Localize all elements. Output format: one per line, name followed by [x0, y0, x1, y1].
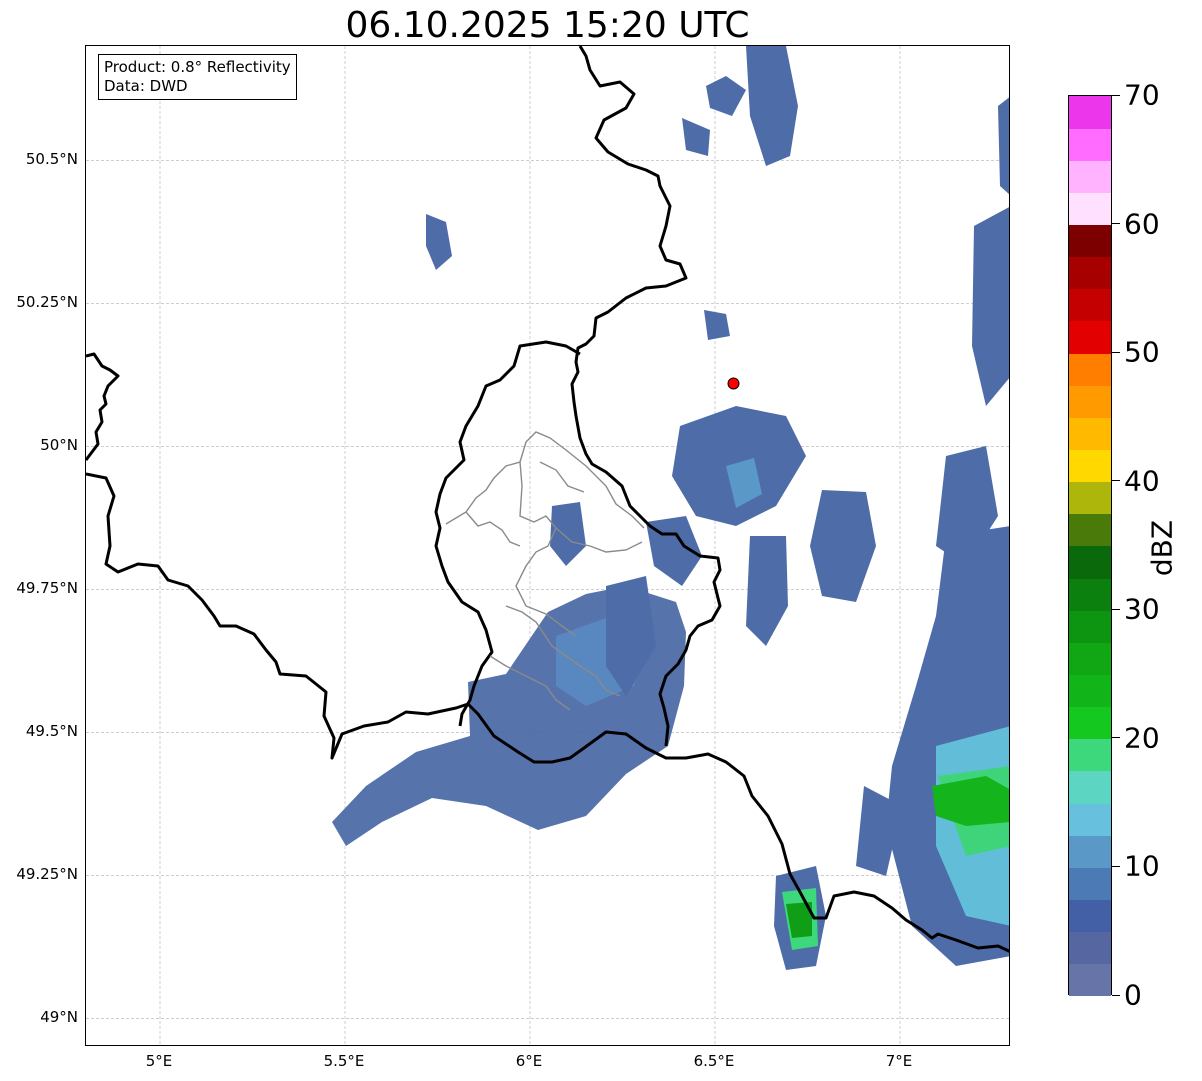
- colorbar-tick-label: 70: [1124, 78, 1160, 112]
- colorbar-segment: [1069, 160, 1111, 193]
- echo-area: [972, 207, 1009, 406]
- colorbar-segment: [1069, 449, 1111, 483]
- colorbar-segment: [1069, 706, 1111, 740]
- echo-area: [704, 310, 730, 340]
- colorbar-segment: [1069, 899, 1111, 933]
- y-tick-label: 50.25°N: [16, 293, 78, 312]
- echo-area: [810, 490, 876, 602]
- colorbar-segment: [1069, 417, 1111, 451]
- colorbar-segment: [1069, 96, 1111, 129]
- y-tick-label: 49°N: [40, 1008, 78, 1027]
- colorbar-segment: [1069, 835, 1111, 868]
- echo-area: [998, 97, 1009, 195]
- colorbar: [1068, 95, 1112, 997]
- reflectivity-echoes: [332, 46, 1009, 970]
- colorbar-segment: [1069, 963, 1111, 997]
- colorbar-tick-label: 50: [1124, 335, 1160, 369]
- colorbar-segment: [1069, 256, 1111, 290]
- echo-area: [426, 214, 452, 270]
- product-annotation: Product: 0.8° Reflectivity Data: DWD: [98, 54, 297, 100]
- y-tick-label: 49.25°N: [16, 865, 78, 884]
- echo-area: [746, 46, 798, 166]
- colorbar-tick: [1112, 608, 1120, 610]
- echo-area: [550, 502, 586, 566]
- colorbar-segment: [1069, 288, 1111, 322]
- echo-area: [746, 536, 788, 646]
- colorbar-tick-label: 10: [1124, 849, 1160, 883]
- colorbar-tick-label: 30: [1124, 592, 1160, 626]
- colorbar-segment: [1069, 192, 1111, 226]
- product-label: Product: 0.8° Reflectivity: [104, 58, 291, 76]
- colorbar-tick: [1112, 351, 1120, 353]
- colorbar-segment: [1069, 803, 1111, 836]
- x-tick-label: 6°E: [515, 1052, 543, 1070]
- colorbar-segment: [1069, 674, 1111, 708]
- y-tick-label: 50.5°N: [25, 150, 78, 169]
- colorbar-tick: [1112, 223, 1120, 225]
- x-tick-label: 5.5°E: [323, 1052, 365, 1070]
- colorbar-segment: [1069, 738, 1111, 772]
- map-canvas: [86, 46, 1009, 1045]
- district-line: [465, 511, 521, 547]
- x-tick-label: 6.5°E: [693, 1052, 735, 1070]
- x-tick-label: 5°E: [145, 1052, 173, 1070]
- colorbar-segment: [1069, 642, 1111, 676]
- district-line: [539, 461, 585, 493]
- colorbar-label: dBZ: [1145, 519, 1179, 577]
- colorbar-segment: [1069, 224, 1111, 258]
- colorbar-segment: [1069, 513, 1111, 547]
- colorbar-segment: [1069, 578, 1111, 611]
- colorbar-segment: [1069, 610, 1111, 643]
- colorbar-segment: [1069, 321, 1111, 354]
- colorbar-segment: [1069, 353, 1111, 386]
- radar-map[interactable]: Product: 0.8° Reflectivity Data: DWD: [85, 45, 1010, 1046]
- colorbar-segment: [1069, 481, 1111, 515]
- y-tick-label: 50°N: [40, 436, 78, 455]
- echo-area: [706, 76, 746, 116]
- border-line: [86, 352, 120, 461]
- colorbar-tick-label: 20: [1124, 721, 1160, 755]
- colorbar-tick: [1112, 865, 1120, 867]
- colorbar-tick-label: 40: [1124, 464, 1160, 498]
- colorbar-segment: [1069, 128, 1111, 161]
- y-tick-label: 49.5°N: [25, 722, 78, 741]
- source-label: Data: DWD: [104, 77, 188, 95]
- colorbar-tick-label: 0: [1124, 978, 1142, 1012]
- colorbar-segment: [1069, 867, 1111, 901]
- radar-site-marker: [727, 377, 740, 390]
- colorbar-segment: [1069, 931, 1111, 965]
- colorbar-segment: [1069, 771, 1111, 804]
- colorbar-tick: [1112, 480, 1120, 482]
- colorbar-segment: [1069, 385, 1111, 418]
- colorbar-segment: [1069, 546, 1111, 579]
- colorbar-tick-label: 60: [1124, 207, 1160, 241]
- echo-area: [682, 118, 710, 156]
- colorbar-tick: [1112, 737, 1120, 739]
- y-tick-label: 49.75°N: [16, 579, 78, 598]
- x-tick-label: 7°E: [885, 1052, 913, 1070]
- colorbar-tick: [1112, 94, 1120, 96]
- colorbar-tick: [1112, 994, 1120, 996]
- map-title: 06.10.2025 15:20 UTC: [345, 5, 750, 46]
